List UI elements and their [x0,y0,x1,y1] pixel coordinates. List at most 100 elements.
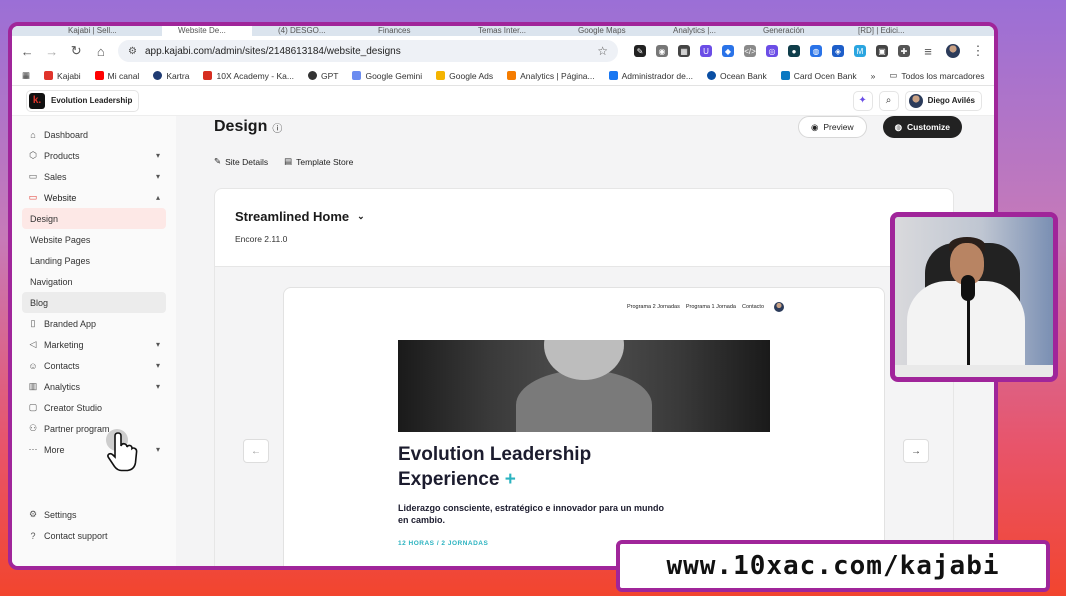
reload-icon[interactable]: ↻ [69,43,84,59]
bookmark-item[interactable]: GPT [307,71,338,81]
folder-icon: ▭ [889,70,898,80]
chevron-down-icon: ▾ [155,172,160,181]
sidebar-item-sales[interactable]: ▭ Sales ▾ [22,166,166,187]
palette-icon: ◍ [894,121,903,132]
avatar [774,302,784,312]
sidebar-item-landing-pages[interactable]: Landing Pages [22,250,166,271]
sidebar-item-partner-program[interactable]: ⚇ Partner program [22,418,166,439]
ut-extension-icon[interactable]: U [700,45,712,57]
chevron-down-icon: ▾ [155,445,160,454]
code-extension-icon[interactable]: </> [744,45,756,57]
site-preview-frame[interactable]: Programa 2 Jornadas Programa 1 Jornada C… [283,287,885,566]
browser-tab-active[interactable]: Website De... [162,26,252,36]
bookmark-item[interactable]: Kartra [153,71,189,81]
theme-version: Encore 2.11.0 [235,234,288,244]
browser-tab[interactable]: Kajabi | Sell... [52,26,142,36]
shield-extension-icon[interactable]: ◈ [832,45,844,57]
mail-extension-icon[interactable]: M [854,45,866,57]
sidebar-item-settings[interactable]: ⚙ Settings [22,504,166,525]
chevron-down-icon[interactable]: ⌄ [357,211,365,222]
browser-tab[interactable]: Google Maps [562,26,652,36]
chevron-up-icon: ▴ [155,193,160,202]
site-preview-nav: Programa 2 Jornadas Programa 1 Jornada C… [627,302,784,312]
theme-card: Streamlined Home ⌄ Encore 2.11.0 ← → Pro… [214,188,954,566]
gift-extension-icon[interactable]: ▣ [876,45,888,57]
sidebar-item-blog[interactable]: Blog [22,292,166,313]
site-switcher[interactable]: k. Evolution Leadership [26,89,140,112]
sidebar: ⌂ Dashboard ⬡ Products ▾ ▭ Sales ▾ ▭ Web… [12,116,176,566]
sidebar-item-website-pages[interactable]: Website Pages [22,229,166,250]
sidebar-item-contacts[interactable]: ☺ Contacts ▾ [22,355,166,376]
sidebar-item-analytics[interactable]: ▥ Analytics ▾ [22,376,166,397]
customize-button[interactable]: ◍ Customize [882,116,962,138]
browser-tab[interactable]: Analytics |... [657,26,747,36]
theme-name[interactable]: Streamlined Home ⌄ [235,209,933,224]
previous-arrow-button[interactable]: ← [243,439,269,463]
globe-extension-icon[interactable]: ◍ [810,45,822,57]
sidebar-item-contact-support[interactable]: ? Contact support [22,525,166,546]
bookmark-star-icon[interactable]: ☆ [597,44,608,58]
next-arrow-button[interactable]: → [903,439,929,463]
sidebar-item-navigation[interactable]: Navigation [22,271,166,292]
browser-tab[interactable]: Finances [362,26,452,36]
more-icon: ⋯ [28,444,38,454]
analytics-icon: ▥ [28,381,38,391]
home-icon: ⌂ [30,129,36,140]
site-info-icon[interactable]: ⚙ [128,46,137,57]
camera-extension-icon[interactable]: ◉ [656,45,668,57]
help-circle-icon[interactable]: ⓘ [272,120,282,135]
kajabi-logo: k. [29,92,45,109]
bookmark-item[interactable]: Administrador de... [608,71,693,81]
sidebar-item-marketing[interactable]: ◁ Marketing ▾ [22,334,166,355]
site-nav-link: Programa 1 Jornada [685,304,736,310]
tag-extension-icon[interactable]: ◆ [722,45,734,57]
sidebar-item-branded-app[interactable]: ▯ Branded App [22,313,166,334]
webcam-overlay [890,212,1058,382]
browser-tab[interactable]: Temas Inter... [462,26,552,36]
sidebar-item-website[interactable]: ▭ Website ▴ [22,187,166,208]
bookmarks-overflow-icon[interactable]: » [871,71,876,81]
gear-icon: ⚙ [28,509,38,519]
chat-extension-icon[interactable]: ● [788,45,800,57]
eyedropper-extension-icon[interactable]: ✎ [634,45,646,57]
bookmark-item[interactable]: Mi canal [94,71,139,81]
browser-tab[interactable]: Generación [747,26,837,36]
menu-kebab-icon[interactable]: ⋮ [970,43,986,59]
template-store-link[interactable]: ▤ Template Store [284,156,353,167]
back-arrow-icon[interactable]: ← [20,43,35,59]
store-icon: ▤ [284,156,293,166]
home-icon[interactable]: ⌂ [94,43,109,59]
bookmark-item[interactable]: Card Ocen Bank [780,71,857,81]
search-icon[interactable]: ⌕ [878,90,899,111]
browser-tab[interactable]: (4) DESGO... [262,26,352,36]
sidebar-item-design[interactable]: Design [22,208,166,229]
profile-avatar[interactable] [946,44,960,58]
hand-pointer-cursor-icon [106,429,138,472]
bookmark-item[interactable]: Google Ads [436,71,493,81]
ai-sparkle-icon[interactable]: ✦ [852,90,873,111]
box-icon: ⬡ [29,150,37,160]
site-details-link[interactable]: ✎ Site Details [214,156,268,167]
browser-tab[interactable]: [RD] | Edici... [842,26,932,36]
bookmark-item[interactable]: 10X Academy - Ka... [203,71,294,81]
address-bar[interactable]: ⚙ app.kajabi.com/admin/sites/2148613184/… [118,40,618,62]
apps-grid-icon[interactable]: ▦ [22,70,30,81]
sidebar-item-dashboard[interactable]: ⌂ Dashboard [22,124,166,145]
puzzle-extensions-icon[interactable]: ✚ [898,45,910,57]
preview-button[interactable]: ◉ Preview [797,116,867,138]
bookmark-item[interactable]: Google Gemini [352,71,422,81]
grid-extension-icon[interactable]: ▦ [678,45,690,57]
bookmark-item[interactable]: Kajabi [44,71,81,81]
lens-extension-icon[interactable]: ◎ [766,45,778,57]
sidebar-item-more[interactable]: ⋯ More ▾ [22,439,166,460]
bookmark-item[interactable]: Analytics | Página... [507,71,595,81]
all-bookmarks-folder[interactable]: ▭ Todos los marcadores [889,70,984,81]
reading-list-icon[interactable]: ≡ [920,43,936,59]
chevron-down-icon: ▾ [155,340,160,349]
forward-arrow-icon[interactable]: → [45,43,60,59]
user-menu[interactable]: Diego Avilés [904,90,982,111]
microphone-icon [961,275,975,301]
sidebar-item-creator-studio[interactable]: ▢ Creator Studio [22,397,166,418]
bookmark-item[interactable]: Ocean Bank [706,71,767,81]
sidebar-item-products[interactable]: ⬡ Products ▾ [22,145,166,166]
